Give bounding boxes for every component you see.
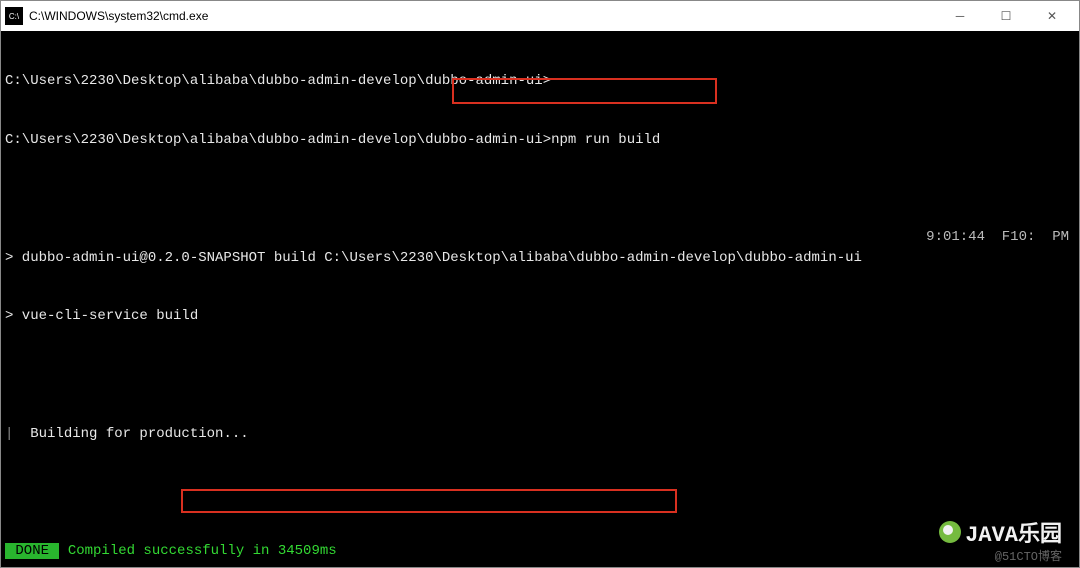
- done-badge: DONE: [5, 543, 59, 559]
- watermark-text: JAVA乐园: [965, 516, 1062, 548]
- terminal-body[interactable]: C:\Users\2230\Desktop\alibaba\dubbo-admi…: [1, 31, 1079, 567]
- window-controls: ─ ☐ ✕: [937, 1, 1075, 31]
- cmd-window: C:\ C:\WINDOWS\system32\cmd.exe ─ ☐ ✕ C:…: [0, 0, 1080, 568]
- watermark-sub: @51CTO博客: [995, 547, 1062, 564]
- building-msg: Building for production...: [13, 426, 248, 442]
- titlebar[interactable]: C:\ C:\WINDOWS\system32\cmd.exe ─ ☐ ✕: [1, 1, 1079, 31]
- maximize-button[interactable]: ☐: [983, 1, 1029, 31]
- build-output: > dubbo-admin-ui@0.2.0-SNAPSHOT build C:…: [5, 249, 1075, 269]
- timestamp: 9:01:44 F10: PM: [926, 228, 1069, 248]
- prompt-line: C:\Users\2230\Desktop\alibaba\dubbo-admi…: [5, 132, 551, 148]
- watermark: JAVA乐园: [939, 516, 1062, 548]
- done-msg: Compiled successfully in 34509ms: [59, 543, 336, 559]
- build-output: > vue-cli-service build: [5, 307, 1075, 327]
- minimize-button[interactable]: ─: [937, 1, 983, 31]
- prompt-line: C:\Users\2230\Desktop\alibaba\dubbo-admi…: [5, 73, 551, 89]
- wechat-icon: [939, 521, 961, 543]
- close-button[interactable]: ✕: [1029, 1, 1075, 31]
- titlebar-text: C:\WINDOWS\system32\cmd.exe: [29, 9, 937, 23]
- typed-command: npm run build: [551, 132, 660, 148]
- cmd-icon: C:\: [5, 7, 23, 25]
